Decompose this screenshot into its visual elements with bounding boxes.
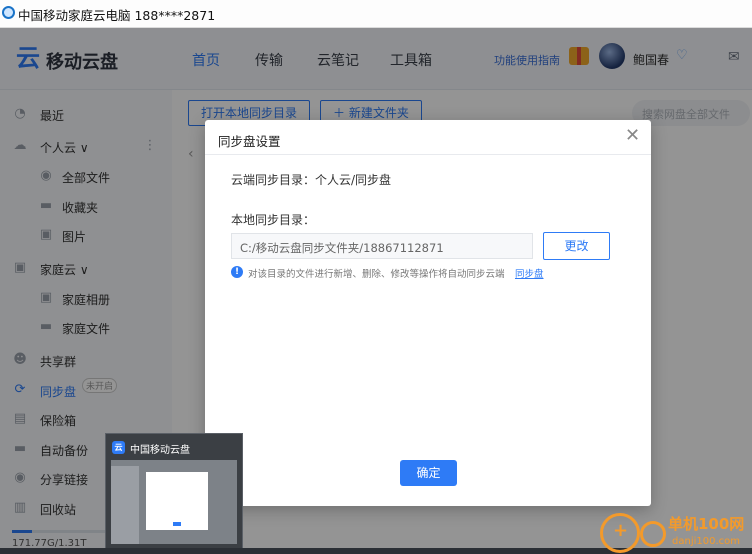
watermark-text: 单机100网 — [668, 515, 745, 533]
sync-tip-text: 对该目录的文件进行新增、删除、修改等操作将自动同步云端 — [248, 269, 505, 280]
watermark-logo-icon — [600, 513, 640, 553]
window-titlebar: 中国移动家庭云电脑 188****2871 — [0, 0, 752, 28]
preview-sidebar — [111, 466, 139, 544]
info-icon: ! — [231, 266, 243, 278]
thumbnail-title: 中国移动云盘 — [130, 445, 190, 456]
close-icon[interactable]: ✕ — [625, 126, 640, 146]
dialog-divider — [205, 154, 651, 155]
preview-button — [173, 522, 181, 526]
sync-disk-link[interactable]: 同步盘 — [515, 266, 544, 280]
app-window-icon — [2, 6, 15, 19]
watermark-dot-icon — [640, 521, 666, 547]
confirm-button[interactable]: 确定 — [400, 460, 457, 486]
sync-settings-dialog: 同步盘设置 ✕ 云端同步目录：个人云/同步盘 本地同步目录： C:/移动云盘同步… — [205, 120, 651, 506]
window-preview-image — [111, 460, 237, 544]
dialog-title: 同步盘设置 — [218, 134, 281, 149]
window-title: 中国移动家庭云电脑 188****2871 — [18, 8, 216, 23]
cloud-sync-directory: 云端同步目录：个人云/同步盘 — [231, 173, 392, 187]
local-path-field[interactable]: C:/移动云盘同步文件夹/18867112871 — [231, 233, 533, 259]
taskbar — [0, 548, 752, 554]
change-directory-button[interactable]: 更改 — [543, 232, 610, 260]
watermark-url: danji100.com — [672, 536, 740, 547]
local-sync-label: 本地同步目录： — [231, 213, 316, 227]
app-thumbnail-icon: 云 — [112, 441, 125, 454]
taskbar-preview[interactable]: 云 中国移动云盘 — [105, 433, 243, 551]
